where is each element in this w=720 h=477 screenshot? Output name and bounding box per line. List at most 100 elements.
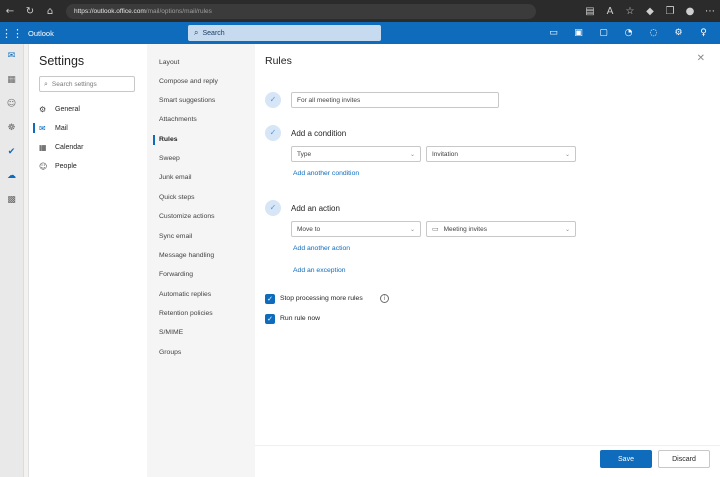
folder-icon: ▭ [432,225,439,233]
back-icon[interactable]: ← [0,6,20,17]
apps-rail-icon[interactable]: ▩ [0,188,23,212]
settings-title: Settings [39,54,85,68]
mail-icon: ✉ [39,123,46,133]
onedrive-rail-icon[interactable]: ☁ [0,164,23,188]
action-heading: Add an action [291,204,340,213]
settings-search-input[interactable]: ⌕ Search settings [39,76,135,92]
menu-item-junk-email[interactable]: Junk email [153,169,253,186]
search-icon: ⌕ [194,28,199,37]
bell-icon[interactable]: ◌ [641,28,666,38]
action-folder-dropdown[interactable]: ▭ Meeting invites ⌄ [426,221,576,237]
run-now-label: Run rule now [280,315,321,322]
stop-processing-checkbox[interactable]: ✓ [265,294,275,304]
settings-search-placeholder: Search settings [51,80,97,88]
footer-divider [255,445,720,446]
calendar-icon: ▦ [39,142,47,152]
reader-icon[interactable]: ▤ [580,6,600,17]
menu-item-forwarding[interactable]: Forwarding [153,266,253,283]
menu-item-customize-actions[interactable]: Customize actions [153,208,253,225]
chevron-down-icon: ⌄ [409,225,415,233]
page-title: Rules [265,55,292,67]
close-icon[interactable]: ✕ [697,53,705,64]
rule-name-value: For all meeting invites [297,96,361,104]
rules-content: Rules ✕ ✓ For all meeting invites ✓ Add … [255,44,720,477]
settings-dialog: Settings ⌕ Search settings ⚙ General ✉ M… [28,44,720,477]
menu-item-smime[interactable]: S/MIME [153,324,253,341]
profile-icon[interactable]: ● [680,6,700,17]
chevron-down-icon: ⌄ [564,150,570,158]
add-action-link[interactable]: Add another action [293,245,350,252]
url-path: /mail/options/mail/rules [145,7,212,15]
mail-rail-icon[interactable]: ✉ [0,44,23,68]
condition-value-dropdown[interactable]: Invitation ⌄ [426,146,576,162]
category-calendar[interactable]: ▦ Calendar [33,138,143,156]
run-now-checkbox[interactable]: ✓ [265,314,275,324]
add-exception-link[interactable]: Add an exception [293,267,346,274]
step-check-icon: ✓ [265,92,281,108]
tips-icon[interactable]: ♀ [691,28,716,38]
app-rail: ✉ ▦ ☺ ☸ ✔ ☁ ▩ [0,44,24,477]
mail-settings-menu: Layout Compose and reply Smart suggestio… [147,44,255,477]
info-icon[interactable]: i [380,294,389,303]
step-check-icon: ✓ [265,125,281,141]
save-button[interactable]: Save [600,450,652,468]
menu-item-quick-steps[interactable]: Quick steps [153,189,253,206]
stop-processing-label: Stop processing more rules [280,295,363,302]
step-check-icon: ✓ [265,200,281,216]
rule-name-input[interactable]: For all meeting invites [291,92,499,108]
menu-item-sync-email[interactable]: Sync email [153,228,253,245]
category-label: General [55,105,80,113]
gear-icon: ⚙ [39,104,47,114]
condition-field-dropdown[interactable]: Type ⌄ [291,146,421,162]
chevron-down-icon: ⌄ [409,150,415,158]
menu-item-layout[interactable]: Layout [153,54,253,71]
people-rail-icon[interactable]: ☺ [0,92,23,116]
calendar-rail-icon[interactable]: ▦ [0,68,23,92]
address-bar[interactable]: https://outlook.office.com/mail/options/… [66,3,536,19]
search-box[interactable]: ⌕ Search [188,25,381,41]
groups-rail-icon[interactable]: ☸ [0,116,23,140]
search-placeholder: Search [202,29,225,37]
menu-item-message-handling[interactable]: Message handling [153,247,253,264]
menu-item-smart-suggestions[interactable]: Smart suggestions [153,92,253,109]
todo-rail-icon[interactable]: ✔ [0,140,23,164]
settings-category-nav: Settings ⌕ Search settings ⚙ General ✉ M… [29,44,147,477]
category-label: People [55,162,77,170]
people-icon: ☺ [39,161,48,171]
more-icon[interactable]: ⋯ [700,6,720,17]
menu-item-retention-policies[interactable]: Retention policies [153,305,253,322]
add-condition-link[interactable]: Add another condition [293,170,359,177]
notifications-icon[interactable]: ◔ [616,28,641,38]
refresh-icon[interactable]: ↻ [20,6,40,17]
search-icon: ⌕ [44,79,48,88]
browser-toolbar: ← ↻ ⌂ https://outlook.office.com/mail/op… [0,0,720,22]
settings-gear-icon[interactable]: ⚙ [666,28,691,38]
discard-button[interactable]: Discard [658,450,710,468]
app-name: Outlook [28,28,54,38]
url-host: https://outlook.office.com [74,7,146,15]
menu-item-attachments[interactable]: Attachments [153,111,253,128]
menu-item-groups[interactable]: Groups [153,344,253,361]
menu-item-rules[interactable]: Rules [153,131,253,148]
menu-item-compose-and-reply[interactable]: Compose and reply [153,73,253,90]
app-header: ⋮⋮ Outlook ⌕ Search ▭ ▣ ▢ ◔ ◌ ⚙ ♀ [0,22,720,44]
extension-icon[interactable]: ◆ [640,6,660,17]
menu-item-sweep[interactable]: Sweep [153,150,253,167]
category-people[interactable]: ☺ People [33,157,143,175]
menu-item-automatic-replies[interactable]: Automatic replies [153,286,253,303]
collections-icon[interactable]: ❐ [660,6,680,17]
action-field-dropdown[interactable]: Move to ⌄ [291,221,421,237]
category-label: Calendar [55,143,84,151]
read-aloud-icon[interactable]: A [600,6,620,17]
teams-icon[interactable]: ▣ [566,28,591,38]
chevron-down-icon: ⌄ [564,225,570,233]
app-launcher-icon[interactable]: ⋮⋮ [0,27,24,40]
condition-heading: Add a condition [291,129,347,138]
category-label: Mail [55,124,68,132]
favorite-icon[interactable]: ☆ [620,6,640,17]
category-mail[interactable]: ✉ Mail [33,119,143,137]
meet-icon[interactable]: ▭ [541,28,566,38]
home-icon[interactable]: ⌂ [40,6,60,17]
category-general[interactable]: ⚙ General [33,100,143,118]
my-day-icon[interactable]: ▢ [591,28,616,38]
